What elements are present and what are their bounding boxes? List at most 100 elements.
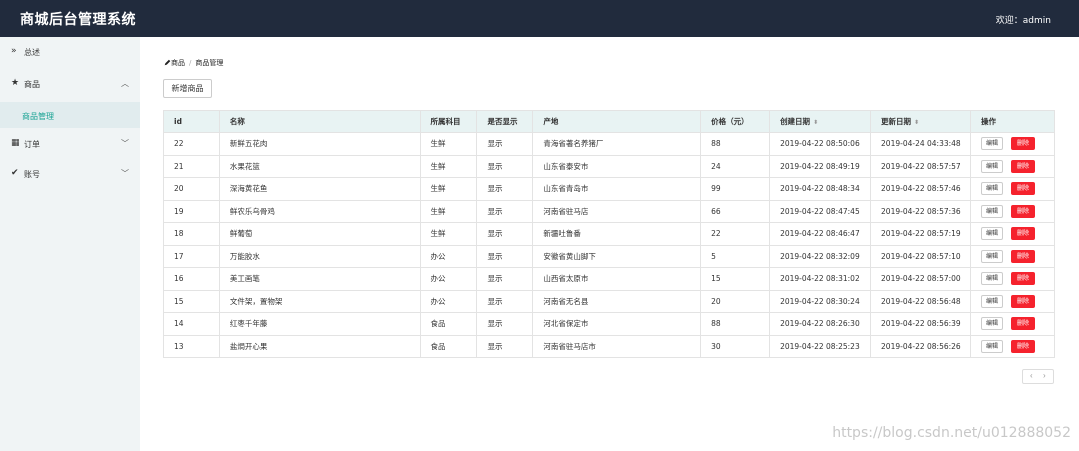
cell-price: 20 <box>700 289 771 313</box>
edit-button[interactable]: 编辑 <box>981 159 1003 173</box>
cell-id: 18 <box>163 222 220 246</box>
delete-button[interactable]: 删除 <box>1011 317 1035 331</box>
cell-created: 2019-04-22 08:32:09 <box>769 244 872 268</box>
welcome-user[interactable]: 欢迎：admin <box>996 13 1051 26</box>
column-header-created[interactable]: 创建日期 ⬍ <box>769 110 872 133</box>
column-header: 产地 <box>532 110 702 133</box>
cell-price: 99 <box>700 177 771 201</box>
prev-page-icon[interactable]: ‹ <box>1030 371 1033 380</box>
products-table: id 名称 所属科目 是否显示 产地 价格（元） 创建日期 ⬍ 更新日期 ⬍ 操作 … <box>163 110 1055 358</box>
cell-visible: 显示 <box>476 244 534 268</box>
cell-id: 15 <box>163 289 220 313</box>
cell-updated: 2019-04-24 04:33:48 <box>870 132 971 156</box>
add-product-button[interactable]: 新增商品 <box>163 79 212 98</box>
app-title: 商城后台管理系统 <box>20 12 136 28</box>
cell-price: 24 <box>700 154 771 178</box>
column-header: 是否显示 <box>476 110 534 133</box>
cell-updated: 2019-04-22 08:57:36 <box>870 199 971 223</box>
sidebar-item-label: 商品 <box>24 80 40 89</box>
sidebar-item-accounts[interactable]: ✔ 账号 ﹀ <box>0 163 140 185</box>
cell-origin: 山东省青岛市 <box>532 177 702 201</box>
sidebar-item-overview[interactable]: » 总述 <box>0 41 140 63</box>
cell-price: 15 <box>700 267 771 291</box>
cell-updated: 2019-04-22 08:57:00 <box>870 267 971 291</box>
next-page-icon[interactable]: › <box>1043 371 1046 380</box>
column-header: 所属科目 <box>419 110 478 133</box>
delete-button[interactable]: 删除 <box>1011 182 1035 196</box>
breadcrumb: 商品 / 商品管理 <box>164 58 223 68</box>
cell-actions: 编辑 删除 <box>970 334 1055 358</box>
check-circle-icon: ✔ <box>11 168 19 178</box>
edit-button[interactable]: 编辑 <box>981 249 1003 263</box>
cell-origin: 安徽省黄山脚下 <box>532 244 702 268</box>
cell-actions: 编辑 删除 <box>970 267 1055 291</box>
cell-visible: 显示 <box>476 289 534 313</box>
pencil-icon <box>164 59 171 66</box>
delete-button[interactable]: 删除 <box>1011 249 1035 263</box>
cell-created: 2019-04-22 08:50:06 <box>769 132 872 156</box>
star-icon: ★ <box>11 78 20 88</box>
edit-button[interactable]: 编辑 <box>981 204 1003 218</box>
column-header: id <box>163 110 220 133</box>
table-row: 19 鲜农乐乌骨鸡 生鲜 显示 河南省驻马店 66 2019-04-22 08:47:45 2… <box>163 199 1055 223</box>
cell-visible: 显示 <box>476 334 534 358</box>
cell-name: 盐焗开心果 <box>218 334 421 358</box>
cell-updated: 2019-04-22 08:57:57 <box>870 154 971 178</box>
cell-id: 16 <box>163 267 220 291</box>
delete-button[interactable]: 删除 <box>1011 339 1035 353</box>
cell-category: 食品 <box>419 312 478 336</box>
sidebar-item-orders[interactable]: ▦ 订单 ﹀ <box>0 133 140 155</box>
delete-button[interactable]: 删除 <box>1011 204 1035 218</box>
cell-name: 鲜葡萄 <box>218 222 421 246</box>
cell-name: 文件架，置物架 <box>218 289 421 313</box>
column-header-updated[interactable]: 更新日期 ⬍ <box>870 110 971 133</box>
edit-button[interactable]: 编辑 <box>981 272 1003 286</box>
edit-button[interactable]: 编辑 <box>981 227 1003 241</box>
cell-category: 生鲜 <box>419 177 478 201</box>
cell-actions: 编辑 删除 <box>970 199 1055 223</box>
cell-price: 88 <box>700 312 771 336</box>
column-header: 名称 <box>218 110 421 133</box>
cell-origin: 青海省著名养猪厂 <box>532 132 702 156</box>
delete-button[interactable]: 删除 <box>1011 294 1035 308</box>
delete-button[interactable]: 删除 <box>1011 272 1035 286</box>
cell-updated: 2019-04-22 08:56:39 <box>870 312 971 336</box>
sidebar-subitem-product-management[interactable]: 商品管理 <box>0 102 140 128</box>
sort-icon[interactable]: ⬍ <box>914 119 919 126</box>
cell-actions: 编辑 删除 <box>970 244 1055 268</box>
delete-button[interactable]: 删除 <box>1011 159 1035 173</box>
cell-price: 5 <box>700 244 771 268</box>
edit-button[interactable]: 编辑 <box>981 339 1003 353</box>
edit-button[interactable]: 编辑 <box>981 317 1003 331</box>
cell-price: 88 <box>700 132 771 156</box>
delete-button[interactable]: 删除 <box>1011 137 1035 151</box>
cell-category: 生鲜 <box>419 154 478 178</box>
edit-button[interactable]: 编辑 <box>981 137 1003 151</box>
cell-name: 美工画笔 <box>218 267 421 291</box>
cell-visible: 显示 <box>476 312 534 336</box>
sidebar-item-label: 账号 <box>24 170 40 179</box>
cell-actions: 编辑 删除 <box>970 222 1055 246</box>
cell-updated: 2019-04-22 08:56:26 <box>870 334 971 358</box>
cell-origin: 山东省泰安市 <box>532 154 702 178</box>
sidebar-item-label: 订单 <box>24 140 40 149</box>
cell-created: 2019-04-22 08:47:45 <box>769 199 872 223</box>
table-row: 15 文件架，置物架 办公 显示 河南省无名县 20 2019-04-22 08:30:24… <box>163 289 1055 313</box>
edit-button[interactable]: 编辑 <box>981 182 1003 196</box>
sidebar-item-products[interactable]: ★ 商品 ︿ <box>0 73 140 95</box>
cell-created: 2019-04-22 08:46:47 <box>769 222 872 246</box>
cell-origin: 河南省无名县 <box>532 289 702 313</box>
table-row: 13 盐焗开心果 食品 显示 河南省驻马店市 30 2019-04-22 08:25:23 2… <box>163 334 1055 358</box>
breadcrumb-first[interactable]: 商品 <box>171 59 185 67</box>
cell-category: 食品 <box>419 334 478 358</box>
cell-name: 新鲜五花肉 <box>218 132 421 156</box>
cell-created: 2019-04-22 08:48:34 <box>769 177 872 201</box>
grid-icon: ▦ <box>11 138 20 148</box>
delete-button[interactable]: 删除 <box>1011 227 1035 241</box>
sort-icon[interactable]: ⬍ <box>813 119 818 126</box>
cell-origin: 新疆吐鲁番 <box>532 222 702 246</box>
table-row: 14 红枣千年藤 食品 显示 河北省保定市 88 2019-04-22 08:26:30 20… <box>163 312 1055 336</box>
column-header: 价格（元） <box>700 110 771 133</box>
cell-id: 13 <box>163 334 220 358</box>
edit-button[interactable]: 编辑 <box>981 294 1003 308</box>
